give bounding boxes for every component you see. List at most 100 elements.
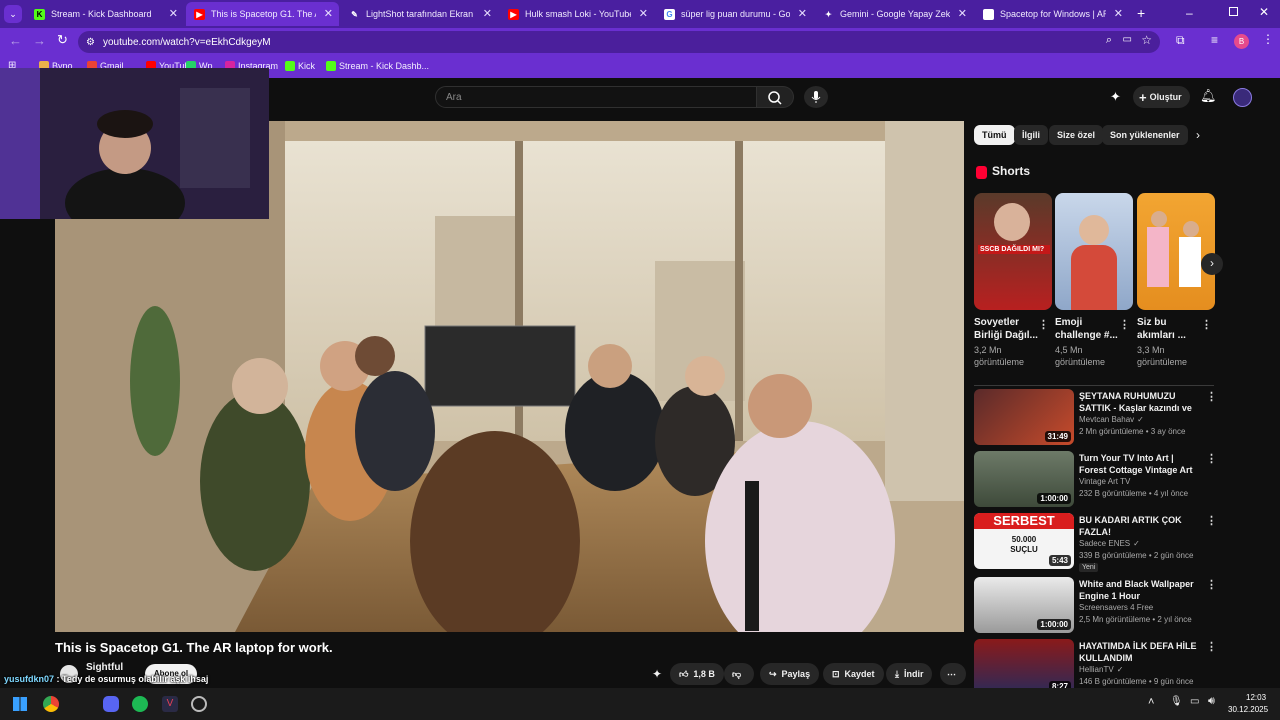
- more-actions-button[interactable]: ⋯: [940, 663, 966, 685]
- bookmark-star-icon[interactable]: ☆: [1141, 33, 1152, 47]
- voice-search-button[interactable]: [804, 86, 828, 108]
- network-tray-icon[interactable]: ▭: [1190, 696, 1199, 707]
- site-info-icon[interactable]: ⚙: [86, 37, 95, 48]
- discord-icon[interactable]: [103, 696, 119, 712]
- bookmark-item[interactable]: Kick: [285, 61, 315, 71]
- related-channel[interactable]: Mevtcan Bahav ✓: [1079, 415, 1144, 424]
- tab-2[interactable]: ▶ This is Spacetop G1. The AR lap ✕: [186, 2, 339, 26]
- related-menu-icon[interactable]: ⋮: [1206, 514, 1217, 527]
- search-button[interactable]: [757, 86, 794, 108]
- tab-1[interactable]: K Stream - Kick Dashboard ✕: [26, 2, 184, 26]
- like-button[interactable]: 👍︎ 1,8 B: [670, 663, 724, 685]
- filter-chip[interactable]: Size özel: [1049, 125, 1104, 145]
- volume-tray-icon[interactable]: 🔊︎: [1208, 695, 1215, 708]
- related-thumbnail[interactable]: 1:00:00: [974, 451, 1074, 507]
- dislike-button[interactable]: 👎︎: [724, 663, 754, 685]
- mic-tray-icon[interactable]: 🎙︎: [1170, 696, 1183, 707]
- short-thumbnail-1[interactable]: SSCB DAĞILDI MI?: [974, 193, 1052, 310]
- extensions-icon[interactable]: ⧉: [1176, 33, 1185, 48]
- related-channel[interactable]: Vintage Art TV: [1079, 477, 1130, 486]
- separator-dot: •: [1143, 427, 1151, 436]
- related-title[interactable]: White and Black Wallpaper Engine 1 Hour: [1079, 578, 1203, 602]
- kick-icon: K: [34, 8, 45, 20]
- create-button[interactable]: + Oluştur: [1133, 86, 1190, 108]
- channel-label: Vintage Art TV: [1079, 477, 1131, 486]
- tab-5[interactable]: Gsüper lig puan durumu - Googl ✕: [656, 2, 813, 26]
- spotify-icon[interactable]: [132, 696, 148, 712]
- tray-chevron-icon[interactable]: ˄: [1148, 696, 1154, 708]
- back-icon[interactable]: ←: [9, 33, 22, 48]
- chips-next-icon[interactable]: ›: [1196, 128, 1200, 142]
- channel-name[interactable]: Sightful: [86, 662, 123, 673]
- share-button[interactable]: ↪ Paylaş: [760, 663, 820, 685]
- close-tab-icon[interactable]: ✕: [169, 7, 178, 20]
- related-title[interactable]: HAYATIMDA İLK DEFA HİLE KULLANDIM: [1079, 640, 1203, 664]
- bookmark-item[interactable]: Stream - Kick Dashb...: [326, 61, 429, 71]
- short-thumbnail-3[interactable]: [1137, 193, 1215, 310]
- valorant-icon[interactable]: V: [162, 696, 178, 712]
- restore-button[interactable]: [1229, 7, 1238, 16]
- channel-label: Sadece ENES: [1079, 539, 1131, 548]
- download-button[interactable]: ⤓ İndir: [886, 663, 933, 685]
- short-title[interactable]: Siz bu akımları ...: [1137, 316, 1207, 342]
- short-menu-icon[interactable]: ⋮: [1119, 318, 1130, 331]
- zoom-icon[interactable]: ⌕: [1106, 34, 1112, 47]
- close-tab-icon[interactable]: ✕: [324, 7, 333, 20]
- menu-icon[interactable]: ⋮: [1262, 32, 1274, 46]
- close-tab-icon[interactable]: ✕: [798, 7, 807, 20]
- forward-icon[interactable]: →: [33, 33, 46, 48]
- related-channel[interactable]: Sadece ENES ✓: [1079, 539, 1140, 548]
- related-menu-icon[interactable]: ⋮: [1206, 390, 1217, 403]
- related-menu-icon[interactable]: ⋮: [1206, 640, 1217, 653]
- reload-icon[interactable]: ↻: [57, 32, 68, 48]
- media-control-icon[interactable]: ≡: [1211, 33, 1218, 47]
- related-thumbnail[interactable]: 8:27: [974, 639, 1074, 695]
- chrome-icon[interactable]: [43, 696, 59, 712]
- related-title[interactable]: Turn Your TV Into Art | Forest Cottage V…: [1079, 452, 1203, 476]
- save-button[interactable]: ⊡ Kaydet: [823, 663, 884, 685]
- clock-date[interactable]: 30.12.2025: [1228, 705, 1268, 714]
- notifications-bell-icon[interactable]: 🔔︎: [1200, 88, 1217, 104]
- related-channel[interactable]: HellianTV ✓: [1079, 665, 1123, 674]
- short-title[interactable]: Sovyetler Birliği Dağıl...: [974, 316, 1044, 342]
- new-tab-button[interactable]: +: [1137, 5, 1145, 21]
- clock-time[interactable]: 12:03: [1246, 693, 1266, 702]
- related-title[interactable]: ŞEYTANA RUHUMUZU SATTIK - Kaşlar kazındı…: [1079, 390, 1203, 414]
- ai-summary-icon[interactable]: ✦: [652, 667, 662, 681]
- close-window-button[interactable]: ✕: [1259, 5, 1269, 19]
- minimize-button[interactable]: –: [1186, 6, 1193, 20]
- filter-chip[interactable]: Son yüklenenler: [1102, 125, 1188, 145]
- close-tab-icon[interactable]: ✕: [639, 7, 648, 20]
- close-tab-icon[interactable]: ✕: [483, 7, 492, 20]
- short-thumbnail-2[interactable]: [1055, 193, 1133, 310]
- filter-chip[interactable]: Tümü: [974, 125, 1015, 145]
- tab-4[interactable]: ▶ Hulk smash Loki - YouTube ✕: [500, 2, 654, 26]
- profile-avatar[interactable]: B: [1234, 34, 1249, 49]
- related-thumbnail[interactable]: 31:49: [974, 389, 1074, 445]
- short-title[interactable]: Emoji challenge #...: [1055, 316, 1125, 342]
- address-bar[interactable]: ⚙ youtube.com/watch?v=eEkhCdkgeyM ⌕ ▭ ☆: [78, 31, 1160, 53]
- download-icon: ⤓: [895, 668, 899, 679]
- related-menu-icon[interactable]: ⋮: [1206, 452, 1217, 465]
- shorts-next-button[interactable]: ›: [1201, 253, 1223, 275]
- close-tab-icon[interactable]: ✕: [958, 7, 967, 20]
- search-input[interactable]: Ara: [435, 86, 757, 108]
- related-thumbnail[interactable]: 1:00:00: [974, 577, 1074, 633]
- filter-chip[interactable]: İlgili: [1014, 125, 1048, 145]
- tab-7[interactable]: ▣ Spacetop for Windows | AR Sof ✕: [975, 2, 1129, 26]
- cast-icon[interactable]: ▭: [1123, 34, 1132, 45]
- short-menu-icon[interactable]: ⋮: [1201, 318, 1212, 331]
- related-thumbnail[interactable]: SERBEST 50.000 SUÇLU 5:43: [974, 513, 1074, 569]
- related-channel[interactable]: Screensavers 4 Free: [1079, 603, 1153, 612]
- related-menu-icon[interactable]: ⋮: [1206, 578, 1217, 591]
- app-icon[interactable]: [191, 696, 207, 712]
- short-menu-icon[interactable]: ⋮: [1038, 318, 1049, 331]
- account-avatar[interactable]: [1233, 88, 1252, 107]
- ai-sparkle-icon[interactable]: ✦: [1110, 89, 1121, 105]
- tab-6[interactable]: ✦ Gemini - Google Yapay Zeka'ya ✕: [815, 2, 973, 26]
- tab-3[interactable]: ✎ LightShot tarafından Ekran Gör ✕: [341, 2, 498, 26]
- tab-search-button[interactable]: ⌄: [4, 5, 22, 23]
- start-icon[interactable]: [13, 697, 27, 711]
- close-tab-icon[interactable]: ✕: [1114, 7, 1123, 20]
- related-title[interactable]: BU KADARI ARTIK ÇOK FAZLA!: [1079, 514, 1203, 538]
